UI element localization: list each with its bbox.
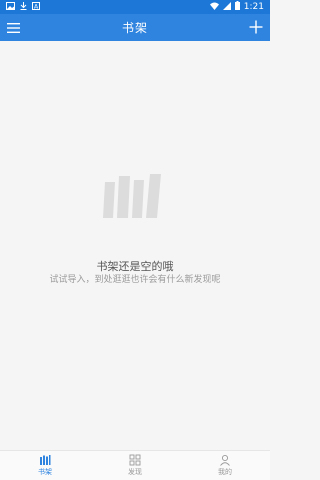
signal-icon (222, 1, 231, 13)
battery-icon (234, 1, 240, 13)
bookshelf-books-icon (98, 170, 170, 220)
nav-item-discover[interactable]: 发现 (90, 451, 180, 480)
person-icon (220, 454, 230, 466)
grid-icon (129, 454, 141, 466)
nav-label-bookshelf: 书架 (38, 468, 52, 476)
nav-label-mine: 我的 (218, 468, 232, 476)
notification-icon: A (32, 1, 40, 13)
wifi-icon (209, 2, 219, 13)
status-bar: A 1:21 (0, 0, 270, 14)
bookshelf-icon (40, 455, 51, 465)
bottom-navigation: 书架 发现 我的 (0, 450, 270, 480)
nav-item-mine[interactable]: 我的 (180, 451, 270, 480)
download-icon (20, 1, 27, 13)
app-bar: 书架 (0, 14, 270, 41)
gallery-icon (6, 1, 15, 13)
plus-icon[interactable] (248, 19, 264, 35)
status-time: 1:21 (243, 2, 264, 12)
page-title: 书架 (121, 21, 148, 35)
empty-state-subtitle: 试试导入，到处逛逛也许会有什么新发现呢 (49, 275, 221, 285)
nav-label-discover: 发现 (128, 468, 142, 476)
nav-item-bookshelf[interactable]: 书架 (0, 451, 90, 480)
